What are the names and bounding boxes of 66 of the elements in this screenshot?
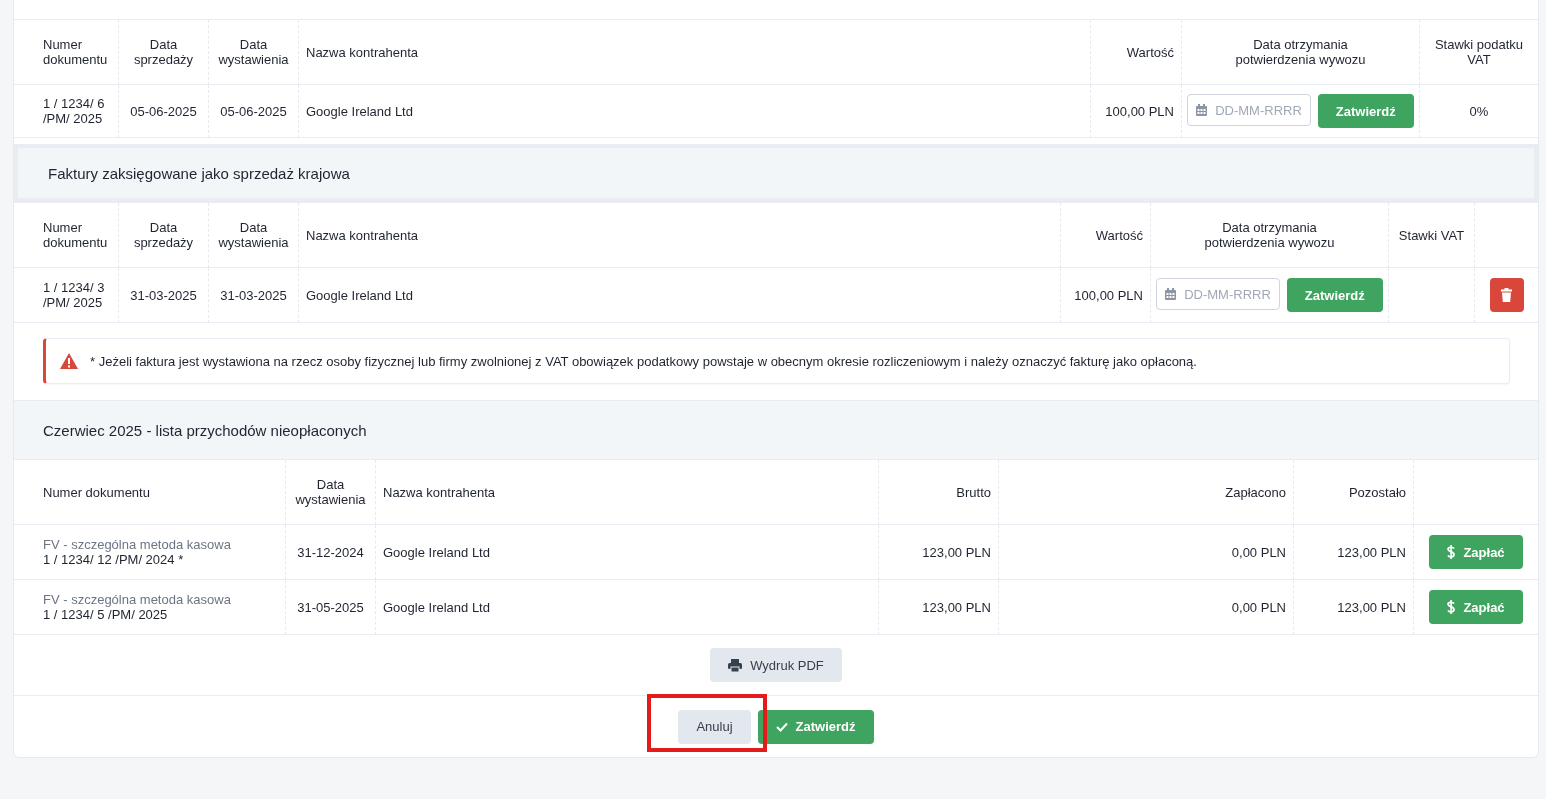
confirm-button[interactable]: Zatwierdź [757, 709, 874, 744]
column-header: Data wystawienia [217, 37, 290, 67]
table-cell: 31-05-2025 [297, 599, 364, 615]
section-title: Faktury zaksięgowane jako sprzedaż krajowa [48, 164, 350, 182]
table-cell: 123,00 PLN [1337, 544, 1406, 560]
column-header: Nazwa kontrahenta [383, 484, 495, 500]
confirm-button[interactable]: Zatwierdź [1286, 278, 1383, 312]
column-header: Wartość [1126, 44, 1174, 60]
section-title: Czerwiec 2025 - lista przychodów nieopłaconych [43, 421, 367, 439]
column-header: Stawki podatku VAT [1434, 37, 1524, 67]
document-type: FV - szczególna metoda kasowa [43, 537, 231, 552]
table-cell: Google Ireland Ltd [306, 287, 413, 303]
table-cell: 0% [1469, 103, 1489, 119]
column-header: Data sprzedaży [132, 220, 195, 250]
calendar-icon [1165, 288, 1177, 300]
document-number: 1 / 1234/ 5 /PM/ 2025 [43, 607, 169, 622]
column-header: Nazwa kontrahenta [306, 44, 418, 60]
dollar-icon [1447, 545, 1456, 559]
table-cell: Google Ireland Ltd [383, 599, 490, 615]
table-cell: 31-12-2024 [297, 544, 364, 560]
dollar-icon [1447, 600, 1456, 614]
table-cell-text: 1 / 1234/ 6 /PM/ 2025 [43, 96, 106, 126]
trash-icon [1501, 288, 1512, 302]
table-cell: 100,00 PLN [1074, 287, 1143, 303]
check-icon [775, 721, 788, 732]
column-header: Data wystawienia [217, 220, 290, 250]
pay-button[interactable]: Zapłać [1429, 535, 1523, 569]
table-cell: 05-06-2025 [130, 103, 197, 119]
alert-text: * Jeżeli faktura jest wystawiona na rzecz osoby fizycznej lub firmy zwolnionej z VAT obowiązek podatkowy powstaje w obecnym okresie rozliczeniowym i należy oznaczyć fakturę jako opłaconą. [90, 353, 1197, 369]
column-header: Zapłacono [1225, 484, 1286, 500]
date-input-field[interactable]: DD-MM-RRRR [1156, 278, 1280, 310]
column-header: Data otrzymania potwierdzenia wywozu [1234, 37, 1367, 67]
table-cell: 0,00 PLN [1231, 599, 1286, 615]
column-header: Numer dokumentu [43, 37, 109, 67]
column-header: Pozostało [1348, 484, 1406, 500]
table-cell: 123,00 PLN [1337, 599, 1406, 615]
column-header: Numer dokumentu [43, 220, 109, 250]
table-cell: 123,00 PLN [922, 544, 991, 560]
confirm-button[interactable]: Zatwierdź [1317, 94, 1414, 128]
print-pdf-button[interactable]: Wydruk PDF [710, 648, 842, 682]
calendar-icon [1196, 104, 1208, 116]
table-cell: 0,00 PLN [1231, 544, 1286, 560]
table-cell: 05-06-2025 [220, 103, 287, 119]
column-header: Data wystawienia [294, 477, 367, 507]
column-header: Numer dokumentu [43, 484, 150, 500]
column-header: Data sprzedaży [132, 37, 195, 67]
table-cell: 31-03-2025 [130, 287, 197, 303]
column-header: Nazwa kontrahenta [306, 227, 418, 243]
table-cell-text: 1 / 1234/ 3 /PM/ 2025 [43, 280, 106, 310]
table-cell: 100,00 PLN [1105, 103, 1174, 119]
column-header: Wartość [1095, 227, 1143, 243]
column-header: Brutto [956, 484, 991, 500]
pay-button[interactable]: Zapłać [1429, 590, 1523, 624]
document-number: 1 / 1234/ 12 /PM/ 2024 * [43, 552, 185, 567]
cancel-button[interactable]: Anuluj [678, 709, 751, 744]
delete-button[interactable] [1489, 278, 1524, 312]
date-input-field[interactable]: DD-MM-RRRR [1187, 94, 1311, 126]
table-cell: Google Ireland Ltd [306, 103, 413, 119]
document-type: FV - szczególna metoda kasowa [43, 592, 231, 607]
table-cell: 31-03-2025 [220, 287, 287, 303]
column-header: Data otrzymania potwierdzenia wywozu [1203, 220, 1336, 250]
printer-icon [728, 658, 743, 672]
column-header: Stawki VAT [1398, 227, 1465, 243]
table-cell: 123,00 PLN [922, 599, 991, 615]
table-cell: Google Ireland Ltd [383, 544, 490, 560]
warning-icon [60, 353, 78, 369]
